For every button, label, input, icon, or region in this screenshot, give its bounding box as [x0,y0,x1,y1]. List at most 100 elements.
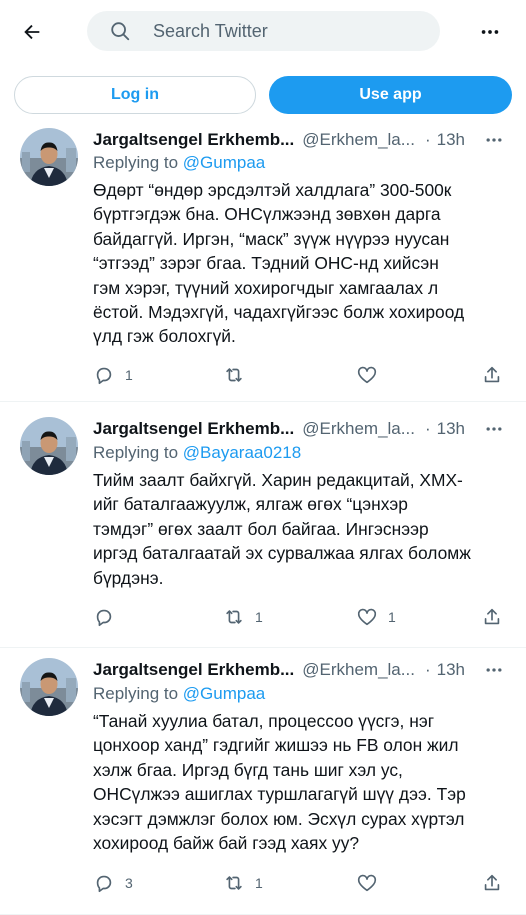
tweet-text: Тийм заалт байхгүй. Харин редакцитай, ХМ… [93,468,513,590]
reply-icon [96,609,112,627]
back-arrow-icon [24,24,40,40]
reply-count: 3 [125,875,133,891]
tweet-text-line: ийг баталгаажуулж, ялгаж өгөх “цэнхэр [93,494,408,515]
mention-link[interactable]: @Gumpaa [183,684,265,703]
more-horizontal-icon [486,138,502,142]
replying-to-label: Replying to [93,153,179,172]
tweet-text-line: цонхоор ханд” гэдгийг жишээ нь FB олон ж… [93,735,459,756]
mention-link[interactable]: @Gumpaa [183,153,265,172]
reply-icon [96,875,112,893]
tweet-more-button[interactable] [482,417,506,441]
tweet[interactable]: Jargaltsengel Erkhemb... @Erkhem_la... ·… [0,648,526,915]
like-button[interactable]: 1 [356,605,396,629]
tweet-actions: 1 [93,363,513,387]
heart-icon [357,874,377,892]
retweet-icon [226,610,242,624]
share-button[interactable] [481,605,503,629]
retweet-button[interactable] [223,363,255,387]
retweet-button[interactable]: 1 [223,871,263,895]
tweet[interactable]: Jargaltsengel Erkhemb... @Erkhem_la... ·… [0,116,526,402]
login-button[interactable]: Log in [14,76,256,114]
replying-to: Replying to @Bayaraa0218 [93,443,301,463]
like-button[interactable] [356,363,388,387]
tweet-text-line: байдаггүй. Иргэн, “маск” зүүж нүүрээ нуу… [93,228,450,249]
reply-button[interactable] [93,605,125,629]
retweet-icon [226,368,242,382]
avatar[interactable] [20,658,78,716]
tweet[interactable]: Jargaltsengel Erkhemb... @Erkhem_la... ·… [0,402,526,648]
tweet-text-line: “Танай хуулиа батал, процессоо үүсгэ, нэ… [93,711,435,731]
top-bar [0,0,526,64]
use-app-button[interactable]: Use app [269,76,512,114]
tweet-text-line: үлд гэж болохгүй. [93,326,236,347]
search-box[interactable] [87,11,440,51]
author-name[interactable]: Jargaltsengel Erkhemb... [93,660,294,680]
tweet-text: Өдөрт “өндөр эрсдэлтэй халдлага” 300-500… [93,178,513,349]
tweet-header: Jargaltsengel Erkhemb... @Erkhem_la... ·… [93,417,465,441]
like-count: 1 [388,609,396,625]
tweet-text-line: хэлж бгаа. Иргэд бүгд тань шиг хэл ус, [93,759,403,780]
retweet-count: 1 [255,609,263,625]
retweet-button[interactable]: 1 [223,605,263,629]
share-icon [484,366,500,383]
separator-dot: · [424,419,431,438]
tweet-more-button[interactable] [482,658,506,682]
share-button[interactable] [481,363,503,387]
avatar[interactable] [20,128,78,186]
tweet-actions: 3 1 [93,871,513,895]
tweet-text-line: Тийм заалт байхгүй. Харин редакцитай, ХМ… [93,470,463,490]
reply-icon [96,367,112,385]
separator-dot: · [424,660,431,679]
more-horizontal-icon [481,30,499,34]
share-icon [484,874,500,891]
mention-link[interactable]: @Bayaraa0218 [183,443,301,462]
more-horizontal-icon [486,668,502,672]
like-button[interactable] [356,871,388,895]
author-handle[interactable]: @Erkhem_la... [302,660,415,680]
back-button[interactable] [14,14,50,50]
search-icon [109,20,131,42]
tweet-text-line: гэм хэрэг, түүний хохирогчдыг хамгаалах … [93,277,439,298]
replying-to-label: Replying to [93,443,179,462]
tweet-text-line: бүрдэнэ. [93,567,164,588]
tweet-text-line: хэсэгт дэмжлэг болох юм. Эсхүл сурах хүр… [93,808,465,829]
reply-button[interactable]: 3 [93,871,133,895]
author-handle[interactable]: @Erkhem_la... [302,130,415,150]
search-input[interactable] [153,20,413,42]
more-options-button[interactable] [476,18,504,46]
tweet-actions: 1 1 [93,605,513,629]
replying-to: Replying to @Gumpaa [93,153,265,173]
tweet-time[interactable]: 13h [437,419,465,439]
tweet-time[interactable]: 13h [437,660,465,680]
author-name[interactable]: Jargaltsengel Erkhemb... [93,419,294,439]
heart-icon [357,608,377,626]
avatar[interactable] [20,417,78,475]
tweet-text-line: тэмдэг” өгөх заалт бол байгаа. Ингэснээр [93,518,429,539]
replying-to-label: Replying to [93,684,179,703]
tweet-text-line: “этгээд” зэрэг бгаа. Тэдний ОНС-нд хийсэ… [93,253,439,274]
tweet-time[interactable]: 13h [437,130,465,150]
reply-count: 1 [125,367,133,383]
tweet-text-line: ёстой. Мэдэхгүй, чадахгүйгээс болж хохир… [93,302,465,323]
tweet-text-line: ОНСүлжээ ашиглах туршлагагүй шүү дээ. Тэ… [93,784,466,805]
retweet-count: 1 [255,875,263,891]
share-button[interactable] [481,871,503,895]
author-name[interactable]: Jargaltsengel Erkhemb... [93,130,294,150]
tweet-more-button[interactable] [482,128,506,152]
replying-to: Replying to @Gumpaa [93,684,265,704]
tweet-text-line: иргэд баталгаатай эх сурвалжаа ялгах бол… [93,543,471,564]
share-icon [484,608,500,625]
reply-button[interactable]: 1 [93,363,133,387]
tweet-text: “Танай хуулиа батал, процессоо үүсгэ, нэ… [93,709,513,855]
tweet-text-line: Өдөрт “өндөр эрсдэлтэй халдлага” 300-500… [93,180,452,200]
tweet-text-line: хохироод байж бай гээд хаях уу? [93,833,360,854]
tweet-header: Jargaltsengel Erkhemb... @Erkhem_la... ·… [93,658,465,682]
heart-icon [357,366,377,384]
tweet-header: Jargaltsengel Erkhemb... @Erkhem_la... ·… [93,128,465,152]
separator-dot: · [424,130,431,149]
more-horizontal-icon [486,427,502,431]
auth-buttons: Log in Use app [14,76,512,114]
tweet-text-line: бүртгэгдэж бна. ОНСүлжээнд зөвхөн дарга [93,204,441,225]
retweet-icon [226,876,242,890]
author-handle[interactable]: @Erkhem_la... [302,419,415,439]
